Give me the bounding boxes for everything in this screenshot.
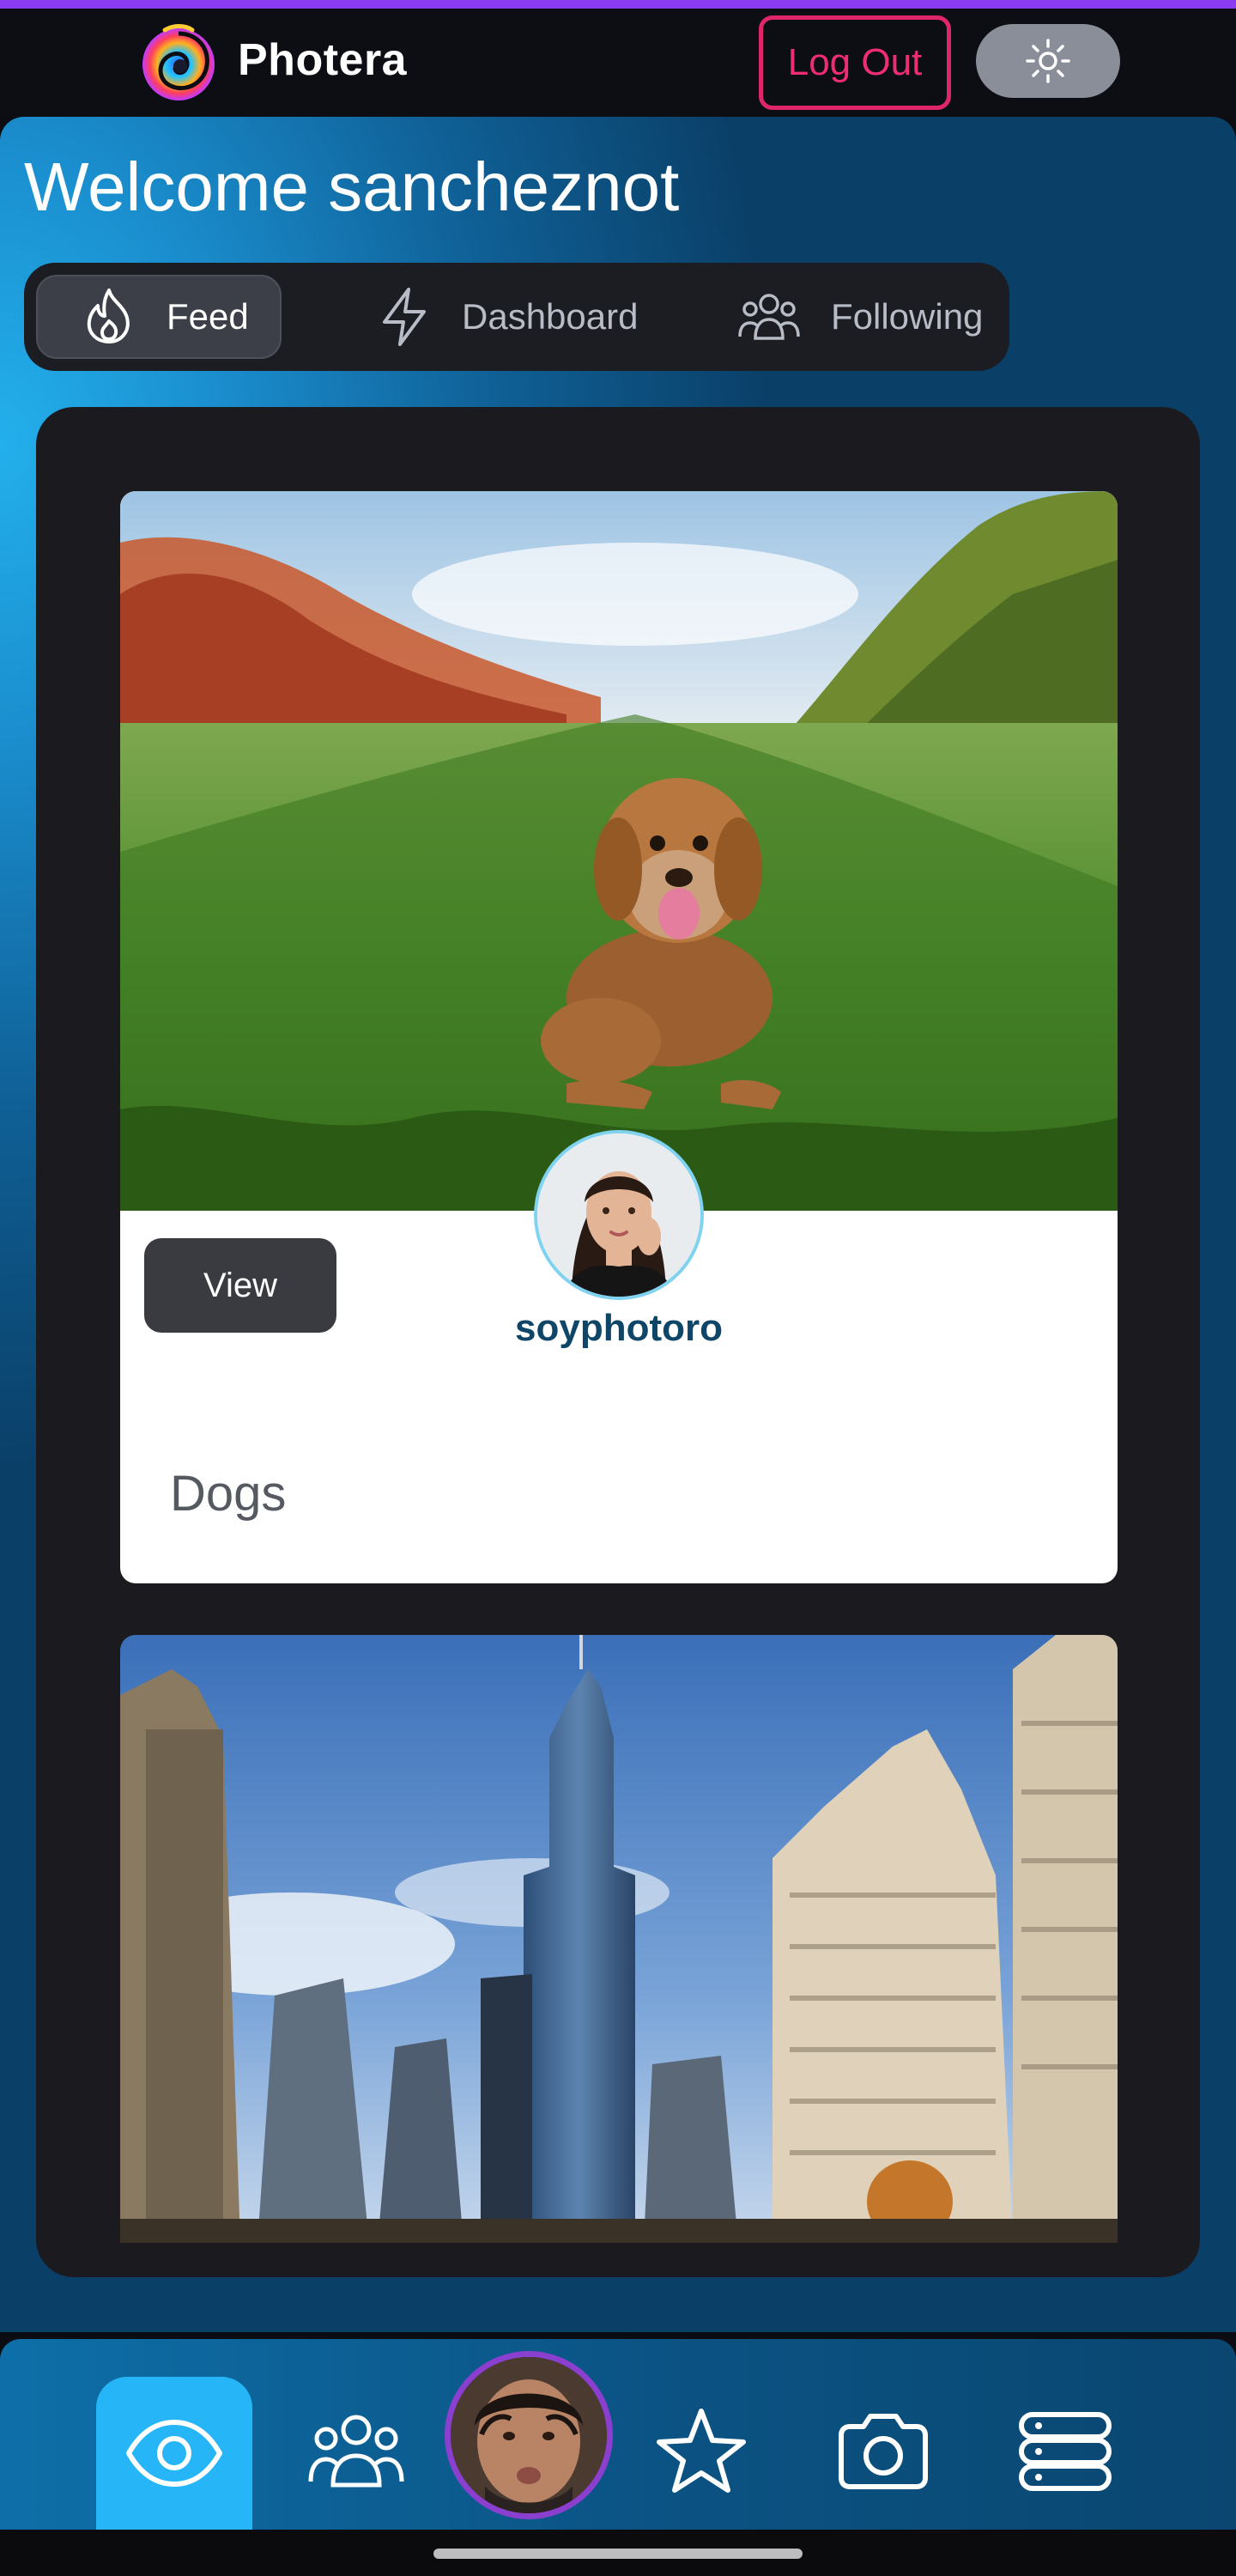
top-accent-stripe (0, 0, 1236, 9)
post-caption: Dogs (170, 1466, 287, 1522)
nav-camera[interactable] (819, 2391, 948, 2511)
main-content: Welcome sancheznot Feed Dashboard Follow… (0, 117, 1236, 2332)
eye-icon (126, 2420, 222, 2487)
system-nav-bar (0, 2530, 1236, 2576)
author-avatar[interactable] (534, 1130, 704, 1300)
welcome-heading: Welcome sancheznot (24, 149, 680, 225)
bottom-navigation (0, 2339, 1236, 2530)
nav-storage[interactable] (1001, 2391, 1130, 2511)
flame-icon (87, 289, 130, 343)
photera-logo-icon[interactable] (139, 21, 218, 104)
tab-dashboard-label: Dashboard (462, 296, 639, 337)
feed-tabs: Feed Dashboard Following (24, 263, 1009, 371)
sun-icon (1026, 39, 1070, 83)
app-header: Photera Log Out (0, 9, 1236, 117)
camera-icon (839, 2414, 928, 2489)
tab-dashboard[interactable]: Dashboard (350, 275, 642, 359)
nav-feed[interactable] (96, 2377, 252, 2530)
nav-following[interactable] (292, 2391, 421, 2511)
post-card[interactable]: View soyphotoro Dogs (120, 491, 1118, 1583)
star-icon (657, 2409, 746, 2493)
post-image-city[interactable] (120, 1635, 1118, 2243)
user-avatar-image (451, 2357, 607, 2513)
post-image-dog[interactable] (120, 491, 1118, 1211)
users-icon (738, 294, 800, 340)
lightning-icon (383, 288, 426, 346)
tab-following[interactable]: Following (711, 275, 1003, 359)
logout-button[interactable]: Log Out (759, 15, 951, 110)
author-avatar-image (537, 1133, 700, 1297)
feed-panel: View soyphotoro Dogs (36, 407, 1200, 2277)
users-icon (308, 2415, 404, 2488)
tab-feed[interactable]: Feed (36, 275, 282, 359)
server-icon (1019, 2412, 1112, 2491)
tab-following-label: Following (831, 296, 984, 337)
nav-favorites[interactable] (637, 2391, 766, 2511)
post-card[interactable] (120, 1635, 1118, 2243)
tab-feed-label: Feed (167, 296, 249, 337)
brand-name: Photera (238, 35, 408, 85)
theme-toggle[interactable] (976, 24, 1120, 98)
nav-profile-avatar[interactable] (445, 2351, 613, 2519)
home-indicator[interactable] (433, 2549, 803, 2559)
author-username[interactable]: soyphotoro (120, 1307, 1118, 1350)
